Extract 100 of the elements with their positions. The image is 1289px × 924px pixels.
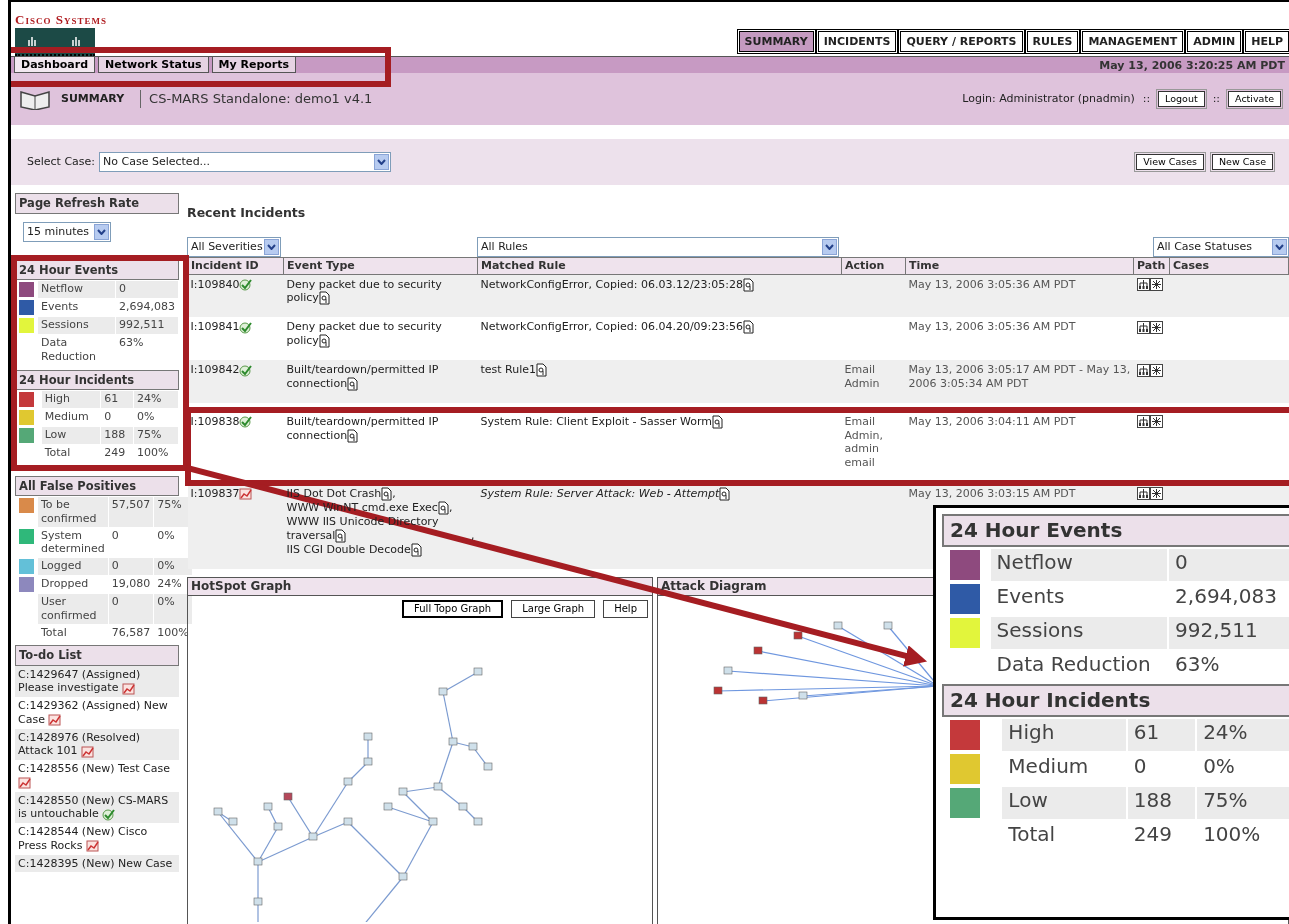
query-icon[interactable]: [347, 376, 359, 391]
query-icon[interactable]: [712, 414, 724, 429]
stat-label: Data Reduction: [995, 651, 1152, 678]
section-label: SUMMARY: [61, 92, 125, 107]
query-icon[interactable]: [536, 363, 548, 378]
case-button[interactable]: New Case: [1212, 154, 1273, 171]
stat-percent: 24%: [156, 576, 183, 592]
incident-link[interactable]: I:109837: [190, 486, 240, 500]
asterisk-icon[interactable]: [1149, 363, 1163, 377]
incident-link[interactable]: I:109842: [190, 363, 240, 377]
query-icon[interactable]: [437, 500, 449, 515]
nav-tab[interactable]: RULES: [1026, 30, 1079, 53]
nav-tab[interactable]: MANAGEMENT: [1082, 30, 1184, 53]
section-header: To-do List: [15, 645, 179, 666]
todo-link[interactable]: C:1429362 (Assigned) New Case: [18, 699, 176, 727]
incident-link[interactable]: I:109840: [190, 277, 240, 291]
nav-tab[interactable]: HELP: [1245, 30, 1289, 53]
filter-select[interactable]: All Rules: [477, 236, 839, 257]
header-button[interactable]: Logout: [1158, 91, 1205, 108]
rule-link[interactable]: NetworkConfigError, Copied: 06.04.20/09:23:56: [480, 320, 755, 335]
stat-percent: 100%: [1202, 821, 1262, 848]
refresh-select[interactable]: 15 minutes: [23, 221, 112, 242]
stat-percent: 0%: [154, 594, 192, 624]
rule-link[interactable]: test Rule1: [480, 363, 548, 378]
todo-link[interactable]: C:1428544 (New) Cisco Press Rocks: [18, 825, 176, 853]
sub-tab[interactable]: My Reports: [211, 57, 297, 74]
query-icon[interactable]: [318, 334, 330, 349]
case-select[interactable]: No Case Selected...: [99, 152, 392, 173]
query-icon[interactable]: [318, 291, 330, 306]
column-header: Time: [905, 257, 1134, 275]
stat-value: 0: [110, 527, 120, 544]
event-link[interactable]: Built/teardown/permitted IP connection: [286, 414, 475, 443]
panel-title: HotSpot Graph: [191, 578, 292, 593]
stat-percent: 0%: [156, 527, 176, 544]
query-icon[interactable]: [743, 320, 755, 335]
query-icon[interactable]: [719, 486, 731, 501]
panel-title: Attack Diagram: [661, 578, 767, 593]
query-icon[interactable]: [347, 428, 359, 443]
query-icon[interactable]: [743, 277, 755, 292]
filter-select[interactable]: All Case Statuses: [1153, 236, 1289, 257]
stat-label: Netflow: [38, 281, 115, 298]
header-button[interactable]: Activate: [1228, 91, 1281, 108]
sub-tab[interactable]: Network Status: [98, 57, 209, 74]
incident-link[interactable]: I:109838: [190, 414, 240, 428]
nav-tab[interactable]: INCIDENTS: [817, 30, 897, 53]
graph-button[interactable]: Large Graph: [511, 599, 596, 619]
stat-label: Dropped: [40, 576, 90, 592]
nav-tab[interactable]: ADMIN: [1187, 30, 1242, 53]
stat-label: Sessions: [38, 317, 115, 334]
separator-text: ,: [392, 487, 396, 501]
stat-label: User confirmed: [38, 594, 108, 624]
rule-link[interactable]: System Rule: Server Attack: Web - Attempt: [480, 486, 731, 501]
graph-button[interactable]: Full Topo Graph: [402, 599, 504, 619]
incident-link[interactable]: I:109841: [190, 320, 240, 334]
topology-icon[interactable]: [1136, 487, 1150, 501]
todo-link[interactable]: C:1428556 (New) Test Case: [18, 762, 176, 790]
stat-label: Medium: [43, 408, 90, 425]
asterisk-icon[interactable]: [1149, 320, 1163, 334]
topology-icon[interactable]: [1136, 415, 1150, 429]
stat-value: 188: [101, 426, 133, 444]
stat-label: Total: [40, 624, 68, 641]
stat-label: Data Reduction: [40, 335, 97, 365]
stat-value: 0: [1132, 753, 1148, 780]
stat-label: System determined: [40, 527, 106, 557]
event-link[interactable]: IIS CGI Double Decode: [286, 542, 422, 557]
stat-value: 76,587: [110, 624, 152, 641]
case-button[interactable]: View Cases: [1136, 154, 1204, 171]
time-text: May 13, 2006 3:05:36 AM PDT: [908, 277, 1076, 292]
asterisk-icon[interactable]: [1149, 278, 1163, 292]
check-icon: [239, 278, 254, 292]
separator-text: ,: [448, 501, 453, 515]
action-text: Email Admin: [844, 363, 881, 391]
nav-tab[interactable]: QUERY / REPORTS: [900, 30, 1023, 53]
stat-label: To be confirmed: [38, 497, 108, 527]
filter-select[interactable]: All Severities: [187, 236, 281, 257]
query-icon[interactable]: [335, 528, 347, 543]
rule-link[interactable]: System Rule: Client Exploit - Sasser Worm: [480, 414, 724, 429]
section-header: 24 Hour Incidents: [15, 369, 179, 390]
asterisk-icon[interactable]: [1149, 415, 1163, 429]
column-header: Matched Rule: [477, 257, 842, 275]
topology-icon[interactable]: [1136, 320, 1150, 334]
action-text: Email Admin, admin email: [844, 414, 885, 470]
column-header: Action: [841, 257, 906, 275]
query-icon[interactable]: [381, 486, 393, 501]
topology-icon[interactable]: [1136, 278, 1150, 292]
asterisk-icon[interactable]: [1149, 487, 1163, 501]
topology-icon[interactable]: [1136, 363, 1150, 377]
chart-icon: [121, 681, 136, 695]
stat-label: High: [41, 390, 101, 408]
sub-tab[interactable]: Dashboard: [14, 57, 96, 74]
event-link[interactable]: Deny packet due to security policy: [286, 320, 475, 349]
graph-button[interactable]: Help: [603, 599, 648, 619]
stat-value: 0: [1169, 549, 1289, 581]
stat-percent: 0%: [136, 408, 156, 425]
stat-label: Total: [1007, 821, 1057, 848]
stat-value: 992,511: [1169, 617, 1289, 649]
stat-label: Total: [43, 444, 72, 461]
column-header: Event Type: [283, 257, 478, 275]
query-icon[interactable]: [410, 542, 422, 557]
nav-tab[interactable]: SUMMARY: [738, 30, 814, 53]
